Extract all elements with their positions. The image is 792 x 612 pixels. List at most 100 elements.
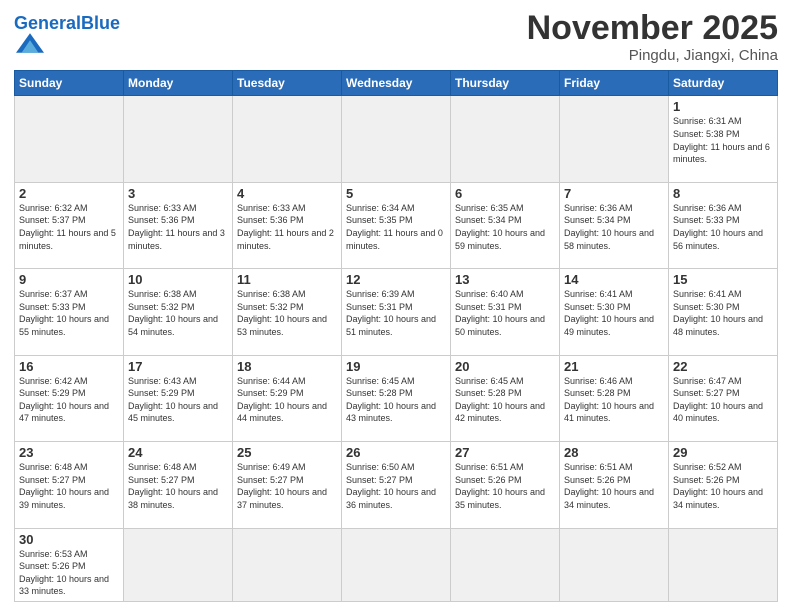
day-info: Sunrise: 6:53 AMSunset: 5:26 PMDaylight:… <box>19 548 119 598</box>
day-number: 12 <box>346 272 446 287</box>
calendar-cell: 11Sunrise: 6:38 AMSunset: 5:32 PMDayligh… <box>233 269 342 355</box>
calendar-table: SundayMondayTuesdayWednesdayThursdayFrid… <box>14 70 778 602</box>
day-number: 13 <box>455 272 555 287</box>
calendar-cell: 17Sunrise: 6:43 AMSunset: 5:29 PMDayligh… <box>124 355 233 441</box>
day-number: 18 <box>237 359 337 374</box>
day-number: 2 <box>19 186 119 201</box>
day-info: Sunrise: 6:48 AMSunset: 5:27 PMDaylight:… <box>19 461 119 511</box>
calendar-cell: 4Sunrise: 6:33 AMSunset: 5:36 PMDaylight… <box>233 182 342 268</box>
day-info: Sunrise: 6:52 AMSunset: 5:26 PMDaylight:… <box>673 461 773 511</box>
day-info: Sunrise: 6:45 AMSunset: 5:28 PMDaylight:… <box>346 375 446 425</box>
calendar-cell <box>451 96 560 182</box>
day-number: 8 <box>673 186 773 201</box>
day-info: Sunrise: 6:42 AMSunset: 5:29 PMDaylight:… <box>19 375 119 425</box>
calendar-cell: 9Sunrise: 6:37 AMSunset: 5:33 PMDaylight… <box>15 269 124 355</box>
calendar-cell: 22Sunrise: 6:47 AMSunset: 5:27 PMDayligh… <box>669 355 778 441</box>
weekday-saturday: Saturday <box>669 71 778 96</box>
day-info: Sunrise: 6:40 AMSunset: 5:31 PMDaylight:… <box>455 288 555 338</box>
day-number: 11 <box>237 272 337 287</box>
calendar-cell: 7Sunrise: 6:36 AMSunset: 5:34 PMDaylight… <box>560 182 669 268</box>
calendar-cell <box>233 96 342 182</box>
day-info: Sunrise: 6:35 AMSunset: 5:34 PMDaylight:… <box>455 202 555 252</box>
day-number: 9 <box>19 272 119 287</box>
day-number: 4 <box>237 186 337 201</box>
day-number: 15 <box>673 272 773 287</box>
calendar-cell: 26Sunrise: 6:50 AMSunset: 5:27 PMDayligh… <box>342 442 451 528</box>
day-number: 28 <box>564 445 664 460</box>
day-info: Sunrise: 6:32 AMSunset: 5:37 PMDaylight:… <box>19 202 119 252</box>
calendar-cell: 15Sunrise: 6:41 AMSunset: 5:30 PMDayligh… <box>669 269 778 355</box>
day-info: Sunrise: 6:48 AMSunset: 5:27 PMDaylight:… <box>128 461 228 511</box>
logo-blue: Blue <box>81 13 120 33</box>
calendar-cell: 24Sunrise: 6:48 AMSunset: 5:27 PMDayligh… <box>124 442 233 528</box>
calendar-cell: 28Sunrise: 6:51 AMSunset: 5:26 PMDayligh… <box>560 442 669 528</box>
calendar-cell: 2Sunrise: 6:32 AMSunset: 5:37 PMDaylight… <box>15 182 124 268</box>
weekday-thursday: Thursday <box>451 71 560 96</box>
day-info: Sunrise: 6:51 AMSunset: 5:26 PMDaylight:… <box>455 461 555 511</box>
calendar-cell: 21Sunrise: 6:46 AMSunset: 5:28 PMDayligh… <box>560 355 669 441</box>
day-info: Sunrise: 6:46 AMSunset: 5:28 PMDaylight:… <box>564 375 664 425</box>
header: GeneralBlue November 2025 Pingdu, Jiangx… <box>14 10 778 64</box>
day-number: 16 <box>19 359 119 374</box>
day-info: Sunrise: 6:31 AMSunset: 5:38 PMDaylight:… <box>673 115 773 165</box>
page: GeneralBlue November 2025 Pingdu, Jiangx… <box>0 0 792 612</box>
day-info: Sunrise: 6:33 AMSunset: 5:36 PMDaylight:… <box>237 202 337 252</box>
day-info: Sunrise: 6:47 AMSunset: 5:27 PMDaylight:… <box>673 375 773 425</box>
calendar-cell: 1Sunrise: 6:31 AMSunset: 5:38 PMDaylight… <box>669 96 778 182</box>
calendar-cell: 12Sunrise: 6:39 AMSunset: 5:31 PMDayligh… <box>342 269 451 355</box>
day-number: 20 <box>455 359 555 374</box>
calendar-cell: 19Sunrise: 6:45 AMSunset: 5:28 PMDayligh… <box>342 355 451 441</box>
calendar-cell: 16Sunrise: 6:42 AMSunset: 5:29 PMDayligh… <box>15 355 124 441</box>
day-info: Sunrise: 6:41 AMSunset: 5:30 PMDaylight:… <box>673 288 773 338</box>
day-info: Sunrise: 6:39 AMSunset: 5:31 PMDaylight:… <box>346 288 446 338</box>
calendar-cell: 10Sunrise: 6:38 AMSunset: 5:32 PMDayligh… <box>124 269 233 355</box>
weekday-tuesday: Tuesday <box>233 71 342 96</box>
calendar-cell: 27Sunrise: 6:51 AMSunset: 5:26 PMDayligh… <box>451 442 560 528</box>
calendar-cell <box>15 96 124 182</box>
calendar-cell: 13Sunrise: 6:40 AMSunset: 5:31 PMDayligh… <box>451 269 560 355</box>
calendar-cell: 18Sunrise: 6:44 AMSunset: 5:29 PMDayligh… <box>233 355 342 441</box>
day-info: Sunrise: 6:37 AMSunset: 5:33 PMDaylight:… <box>19 288 119 338</box>
calendar-cell <box>342 528 451 601</box>
day-info: Sunrise: 6:43 AMSunset: 5:29 PMDaylight:… <box>128 375 228 425</box>
calendar-cell: 3Sunrise: 6:33 AMSunset: 5:36 PMDaylight… <box>124 182 233 268</box>
day-number: 1 <box>673 99 773 114</box>
day-number: 23 <box>19 445 119 460</box>
weekday-sunday: Sunday <box>15 71 124 96</box>
calendar-cell <box>451 528 560 601</box>
day-number: 26 <box>346 445 446 460</box>
calendar-cell: 20Sunrise: 6:45 AMSunset: 5:28 PMDayligh… <box>451 355 560 441</box>
day-number: 6 <box>455 186 555 201</box>
day-info: Sunrise: 6:49 AMSunset: 5:27 PMDaylight:… <box>237 461 337 511</box>
calendar-cell: 14Sunrise: 6:41 AMSunset: 5:30 PMDayligh… <box>560 269 669 355</box>
calendar-row: 23Sunrise: 6:48 AMSunset: 5:27 PMDayligh… <box>15 442 778 528</box>
day-info: Sunrise: 6:33 AMSunset: 5:36 PMDaylight:… <box>128 202 228 252</box>
day-number: 19 <box>346 359 446 374</box>
day-info: Sunrise: 6:44 AMSunset: 5:29 PMDaylight:… <box>237 375 337 425</box>
calendar-cell <box>669 528 778 601</box>
day-info: Sunrise: 6:38 AMSunset: 5:32 PMDaylight:… <box>237 288 337 338</box>
calendar-row: 1Sunrise: 6:31 AMSunset: 5:38 PMDaylight… <box>15 96 778 182</box>
day-info: Sunrise: 6:41 AMSunset: 5:30 PMDaylight:… <box>564 288 664 338</box>
logo: GeneralBlue <box>14 14 120 59</box>
calendar-cell <box>560 96 669 182</box>
day-number: 17 <box>128 359 228 374</box>
day-number: 30 <box>19 532 119 547</box>
month-title: November 2025 <box>527 10 778 47</box>
day-number: 10 <box>128 272 228 287</box>
day-number: 5 <box>346 186 446 201</box>
day-number: 14 <box>564 272 664 287</box>
logo-text: GeneralBlue <box>14 14 120 32</box>
calendar-cell <box>124 528 233 601</box>
calendar-cell: 29Sunrise: 6:52 AMSunset: 5:26 PMDayligh… <box>669 442 778 528</box>
calendar-row: 30Sunrise: 6:53 AMSunset: 5:26 PMDayligh… <box>15 528 778 601</box>
day-number: 22 <box>673 359 773 374</box>
day-number: 7 <box>564 186 664 201</box>
calendar-cell <box>560 528 669 601</box>
day-info: Sunrise: 6:36 AMSunset: 5:33 PMDaylight:… <box>673 202 773 252</box>
calendar-row: 2Sunrise: 6:32 AMSunset: 5:37 PMDaylight… <box>15 182 778 268</box>
calendar-cell <box>233 528 342 601</box>
logo-general: General <box>14 13 81 33</box>
day-info: Sunrise: 6:51 AMSunset: 5:26 PMDaylight:… <box>564 461 664 511</box>
day-number: 27 <box>455 445 555 460</box>
